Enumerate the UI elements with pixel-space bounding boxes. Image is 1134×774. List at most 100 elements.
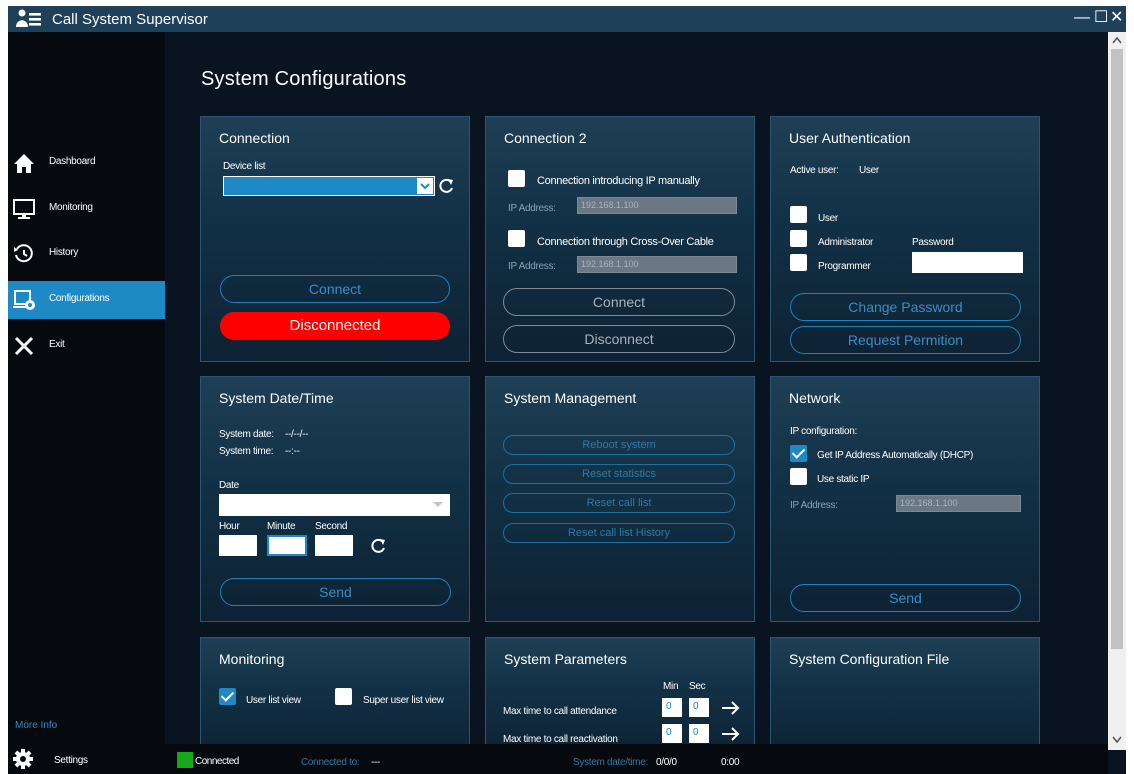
window-title: Call System Supervisor	[52, 11, 208, 28]
dhcp-label: Get IP Address Automatically (DHCP)	[817, 450, 974, 461]
connection-status-button[interactable]: Disconnected	[220, 312, 450, 340]
panel-title: System Parameters	[504, 651, 627, 667]
title-bar: Call System Supervisor — ☐ ✕	[8, 6, 1126, 32]
sidebar-item-label: Dashboard	[49, 156, 96, 167]
minimize-button[interactable]: —	[1074, 9, 1090, 27]
ip-address-label-2: IP Address:	[508, 261, 556, 272]
sidebar-item-label: History	[49, 247, 79, 258]
reactivation-time-label: Max time to call reactivation	[503, 734, 618, 744]
scrollbar-thumb[interactable]	[1111, 49, 1123, 649]
panel-title: Monitoring	[219, 651, 285, 667]
connection-status-indicator	[177, 752, 193, 768]
system-date-label: System date:	[219, 429, 274, 440]
sidebar-item-label: Configurations	[49, 293, 110, 304]
minute-field[interactable]	[267, 535, 307, 556]
user-role-checkbox[interactable]	[790, 206, 807, 223]
chevron-down-icon	[417, 178, 433, 194]
super-user-list-view-label: Super user list view	[363, 695, 444, 706]
sidebar-item-history[interactable]: History	[8, 235, 165, 273]
crossover-checkbox[interactable]	[508, 230, 525, 247]
sidebar-item-label: Exit	[49, 339, 65, 350]
static-ip-checkbox[interactable]	[790, 468, 807, 485]
datetime-send-button[interactable]: Send	[220, 578, 451, 606]
gear-icon	[13, 749, 33, 769]
reset-statistics-button[interactable]: Reset statistics	[503, 464, 735, 484]
static-ip-label: Use static IP	[817, 474, 870, 485]
second-field[interactable]	[315, 535, 353, 556]
super-user-list-view-checkbox[interactable]	[335, 688, 352, 705]
static-ip-field[interactable]: 192.168.1.100	[896, 495, 1021, 512]
password-label: Password	[912, 237, 954, 248]
active-user-label: Active user:	[790, 165, 839, 176]
reboot-system-button[interactable]: Reboot system	[503, 435, 735, 455]
chevron-down-icon[interactable]	[1112, 736, 1122, 744]
panel-title: System Management	[504, 390, 637, 406]
ip-address-field[interactable]: 192.168.1.100	[577, 197, 737, 214]
dhcp-checkbox[interactable]	[790, 445, 807, 462]
device-list-select[interactable]	[223, 176, 435, 196]
system-time-label: System time:	[219, 446, 274, 457]
connect-button[interactable]: Connect	[220, 275, 450, 303]
user-list-view-checkbox[interactable]	[219, 688, 236, 705]
attendance-sec-field[interactable]: 0	[689, 698, 709, 717]
sidebar-item-exit[interactable]: Exit	[8, 327, 165, 365]
date-label: Date	[219, 480, 239, 491]
network-send-button[interactable]: Send	[790, 584, 1021, 612]
system-datetime-label: System date/time:	[573, 757, 648, 768]
management-panel: System Management Reboot system Reset st…	[485, 376, 755, 622]
connected-to-value: ---	[371, 757, 381, 768]
sidebar: Dashboard Monitoring History Configurati…	[8, 32, 165, 774]
active-user-value: User	[859, 165, 879, 176]
reactivation-sec-field[interactable]: 0	[689, 724, 709, 743]
chevron-up-icon[interactable]	[1112, 36, 1122, 44]
user-role-label: User	[818, 213, 838, 224]
close-window-button[interactable]: ✕	[1110, 9, 1123, 27]
sidebar-item-dashboard[interactable]: Dashboard	[8, 144, 165, 182]
sidebar-item-monitoring[interactable]: Monitoring	[8, 190, 165, 228]
vertical-scrollbar[interactable]	[1108, 32, 1126, 750]
maximize-button[interactable]: ☐	[1094, 9, 1108, 27]
min-header: Min	[663, 681, 679, 692]
reset-call-list-history-button[interactable]: Reset call list History	[503, 523, 735, 543]
close-icon	[14, 336, 34, 356]
settings-button[interactable]: Settings	[8, 744, 165, 774]
minute-label: Minute	[267, 521, 296, 532]
datetime-panel: System Date/Time System date: --/--/-- S…	[200, 376, 470, 622]
manual-ip-checkbox[interactable]	[508, 170, 525, 187]
refresh-icon[interactable]	[369, 537, 387, 555]
more-info-link[interactable]: More Info	[15, 720, 57, 731]
sidebar-item-configurations[interactable]: Configurations	[8, 281, 165, 319]
attendance-min-field[interactable]: 0	[662, 698, 682, 717]
panel-title: User Authentication	[789, 130, 911, 146]
panel-title: System Configuration File	[789, 651, 950, 667]
sidebar-item-label: Monitoring	[49, 202, 93, 213]
reset-call-list-button[interactable]: Reset call list	[503, 493, 735, 513]
reactivation-min-field[interactable]: 0	[662, 724, 682, 743]
connected-to-label: Connected to:	[301, 757, 360, 768]
hour-field[interactable]	[219, 535, 257, 556]
request-permission-button[interactable]: Request Permition	[790, 326, 1021, 354]
programmer-role-checkbox[interactable]	[790, 254, 807, 271]
change-password-button[interactable]: Change Password	[790, 293, 1021, 321]
refresh-icon[interactable]	[437, 177, 455, 195]
app-window: Call System Supervisor — ☐ ✕ Dashboard M…	[8, 6, 1126, 774]
configurations-icon	[13, 290, 35, 310]
arrow-right-icon[interactable]	[721, 727, 741, 741]
administrator-role-checkbox[interactable]	[790, 230, 807, 247]
arrow-right-icon[interactable]	[721, 701, 741, 715]
network-panel: Network IP configuration: Get IP Address…	[770, 376, 1040, 622]
crossover-label: Connection through Cross-Over Cable	[537, 236, 714, 248]
password-field[interactable]	[912, 252, 1023, 273]
ip-address-label: IP Address:	[790, 500, 838, 511]
ip-address-label: IP Address:	[508, 203, 556, 214]
connect-button-2[interactable]: Connect	[503, 288, 735, 316]
app-logo-icon	[16, 9, 41, 27]
disconnect-button[interactable]: Disconnect	[503, 325, 735, 353]
date-picker[interactable]	[219, 494, 450, 516]
history-icon	[14, 244, 33, 263]
user-list-view-label: User list view	[246, 695, 301, 706]
system-time-value: --:--	[285, 446, 300, 457]
sec-header: Sec	[689, 681, 706, 692]
ip-address-field-2[interactable]: 192.168.1.100	[577, 256, 737, 273]
administrator-role-label: Administrator	[818, 237, 874, 248]
